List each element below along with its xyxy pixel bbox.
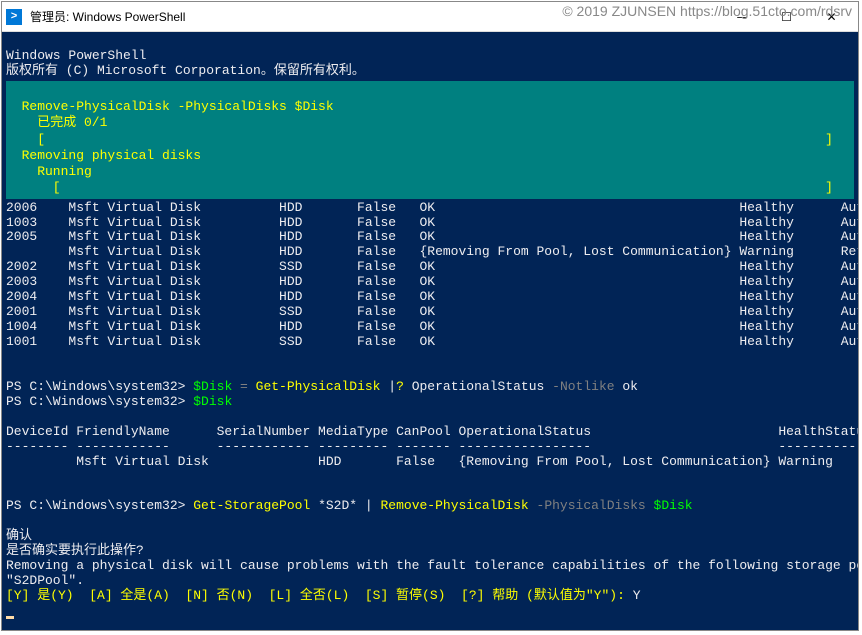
progress-cmd: Remove-PhysicalDisk -PhysicalDisks $Disk <box>6 99 334 114</box>
progress-panel: Remove-PhysicalDisk -PhysicalDisks $Disk… <box>6 81 854 199</box>
cmdlet: Remove-PhysicalDisk <box>380 498 536 513</box>
disk-table: 2006 Msft Virtual Disk HDD False OK Heal… <box>6 200 858 349</box>
arg: *S2D* <box>318 498 365 513</box>
powershell-icon <box>6 9 22 25</box>
confirm-title: 确认 <box>6 528 32 543</box>
variable: $Disk <box>193 394 232 409</box>
progress-bar2-close: ] <box>825 180 833 195</box>
pipe: | <box>388 379 396 394</box>
cmdlet: Get-PhysicalDisk <box>256 379 389 394</box>
property: OperationalStatus <box>412 379 552 394</box>
prompt-prefix: PS C:\Windows\system32> <box>6 379 193 394</box>
prompt-prefix: PS C:\Windows\system32> <box>6 498 193 513</box>
watermark-text: © 2019 ZJUNSEN https://blog.51cto.com/rd… <box>562 3 852 19</box>
progress-status: 已完成 0/1 <box>6 115 107 130</box>
table-header: DeviceId FriendlyName SerialNumber Media… <box>6 424 858 439</box>
flag: -PhysicalDisks <box>537 498 654 513</box>
confirm-pool: "S2DPool". <box>6 573 84 588</box>
header-line2: 版权所有 (C) Microsoft Corporation。保留所有权利。 <box>6 63 365 78</box>
progress-task: Removing physical disks <box>6 148 201 163</box>
header-line1: Windows PowerShell <box>6 48 146 63</box>
progress-bar1-open: [ <box>6 132 45 147</box>
progress-bar1-close: ] <box>825 132 833 147</box>
where: ? <box>396 379 412 394</box>
terminal-output[interactable]: Windows PowerShell 版权所有 (C) Microsoft Co… <box>2 32 858 630</box>
table-row: Msft Virtual Disk HDD False {Removing Fr… <box>6 454 858 469</box>
confirm-options: [Y] 是(Y) [A] 全是(A) [N] 否(N) [L] 全否(L) [S… <box>6 588 633 603</box>
equals: = <box>232 379 255 394</box>
pipe: | <box>365 498 381 513</box>
cmdlet: Get-StoragePool <box>193 498 318 513</box>
value: ok <box>622 379 638 394</box>
variable: $Disk <box>654 498 693 513</box>
confirm-question: 是否确实要执行此操作? <box>6 543 144 558</box>
confirm-warning: Removing a physical disk will cause prob… <box>6 558 858 573</box>
prompt-prefix: PS C:\Windows\system32> <box>6 394 193 409</box>
powershell-window: 管理员: Windows PowerShell ─ ☐ ✕ Windows Po… <box>1 1 859 631</box>
variable: $Disk <box>193 379 232 394</box>
confirm-answer: Y <box>633 588 641 603</box>
flag: -Notlike <box>552 379 622 394</box>
progress-bar2-open: [ <box>6 180 61 195</box>
progress-running: Running <box>6 164 92 179</box>
table-underline: -------- ------------ ------------ -----… <box>6 439 858 454</box>
cursor <box>6 616 14 619</box>
